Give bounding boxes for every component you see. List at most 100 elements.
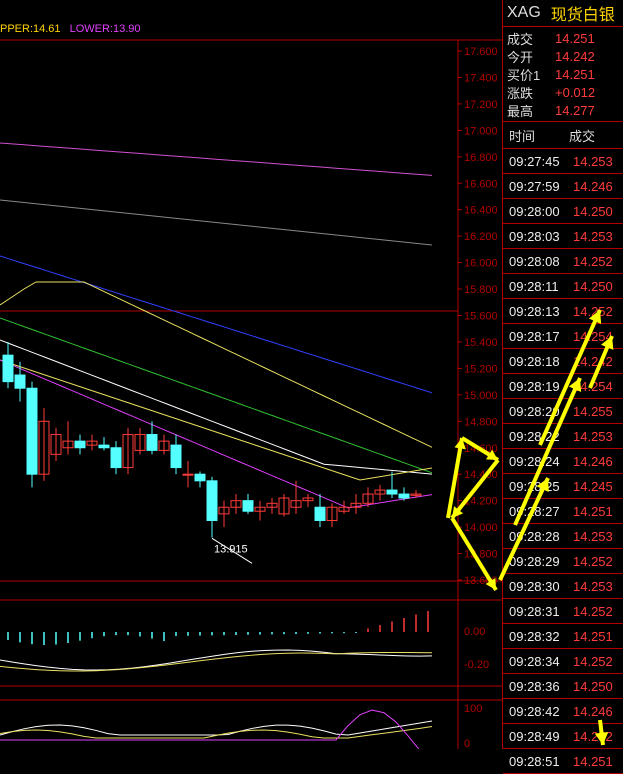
quote-label: 涨跌 [507, 85, 534, 101]
tick-time: 09:28:29 [509, 553, 560, 569]
candle-body [110, 447, 122, 469]
tick-row[interactable]: 09:28:32 14.251 [503, 624, 623, 649]
tick-time: 09:28:32 [509, 628, 560, 644]
tick-row[interactable]: 09:28:03 14.253 [503, 224, 623, 249]
tick-time: 09:28:13 [509, 303, 560, 319]
boll-legend: PPER:14.61 LOWER:13.90 [0, 23, 141, 35]
tick-price: 14.251 [573, 753, 613, 769]
tick-time: 09:28:42 [509, 703, 560, 719]
symbol-code: XAG [507, 4, 541, 21]
tick-time: 09:28:28 [509, 528, 560, 544]
price-axis-label: 17.400 [464, 72, 498, 84]
tick-time: 09:28:19 [509, 378, 560, 394]
tick-row[interactable]: 09:28:34 14.252 [503, 649, 623, 674]
ma-blue-line [0, 255, 433, 394]
quote-row: 最高 14.277 [503, 101, 623, 119]
price-axis-label: 15.400 [464, 337, 498, 349]
tick-price: 14.254 [573, 328, 613, 344]
tick-row[interactable]: 09:28:25 14.245 [503, 474, 623, 499]
price-axis-label: 16.600 [464, 178, 498, 190]
tick-time: 09:28:36 [509, 678, 560, 694]
candlestick-chart[interactable]: 17.600 17.400 17.200 17.000 16.800 16.600 16.4… [0, 0, 502, 764]
price-axis-label: 14.000 [464, 522, 498, 534]
candle-body [74, 440, 86, 449]
tick-row[interactable]: 09:28:29 14.252 [503, 549, 623, 574]
quote-row: 买价1 14.251 [503, 65, 623, 83]
tick-price: 14.251 [573, 628, 613, 644]
tick-price: 14.250 [573, 278, 613, 294]
tick-price: 14.250 [573, 203, 613, 219]
macd-axis-label: 0.00 [464, 626, 485, 638]
quote-panel: XAG 现货白银 成交 14.251 今开 14.242 买价1 14.251 涨跌 +0.0… [502, 0, 623, 774]
tick-row[interactable]: 09:28:36 14.250 [503, 674, 623, 699]
tick-row[interactable]: 09:28:08 14.252 [503, 249, 623, 274]
candle-body [26, 387, 38, 475]
tick-list[interactable]: 09:27:45 14.253 09:27:59 14.246 09:28:00 14.2… [503, 149, 623, 774]
tick-row[interactable]: 09:28:18 14.242 [503, 349, 623, 374]
quote-label: 最高 [507, 103, 534, 119]
tick-time: 09:27:59 [509, 178, 560, 194]
tick-time: 09:28:18 [509, 353, 560, 369]
tick-row[interactable]: 09:28:19 14.254 [503, 374, 623, 399]
candle-body [242, 500, 254, 512]
tick-row[interactable]: 09:28:27 14.251 [503, 499, 623, 524]
price-axis-label: 16.800 [464, 152, 498, 164]
tick-price: 14.252 [573, 603, 613, 619]
tick-row[interactable]: 09:28:22 14.253 [503, 424, 623, 449]
tick-price: 14.253 [573, 228, 613, 244]
tick-row[interactable]: 09:28:11 14.250 [503, 274, 623, 299]
quote-value: 14.277 [555, 102, 595, 118]
quote-label: 买价1 [507, 67, 541, 83]
tick-time: 09:28:08 [509, 253, 560, 269]
candle-body [194, 473, 206, 482]
tick-row[interactable]: 09:28:17 14.254 [503, 324, 623, 349]
tick-time: 09:28:20 [509, 403, 560, 419]
candle-body [398, 493, 410, 499]
chart-area[interactable]: PPER:14.61 LOWER:13.90 17.600 17.400 17.20… [0, 0, 502, 764]
tick-row[interactable]: 09:28:49 14.252 [503, 724, 623, 749]
tick-price: 14.252 [573, 728, 613, 744]
tick-time: 09:28:11 [509, 278, 559, 294]
tick-row[interactable]: 09:28:31 14.252 [503, 599, 623, 624]
tick-price: 14.245 [573, 478, 613, 494]
price-axis-label: 13.800 [464, 549, 498, 561]
tick-price: 14.254 [573, 378, 613, 394]
quote-value: +0.012 [555, 84, 596, 100]
price-axis-label: 16.400 [464, 205, 498, 217]
tick-time: 09:28:25 [509, 478, 560, 494]
ma-green-line [0, 317, 433, 474]
price-axis-label: 16.200 [464, 231, 498, 243]
quote-label: 成交 [507, 31, 534, 47]
tick-price: 14.253 [573, 153, 613, 169]
tick-time: 09:28:49 [509, 728, 560, 744]
ma-grey-line [0, 199, 433, 246]
kdj-axis-label: 0 [464, 738, 470, 749]
candle-body [146, 434, 158, 451]
price-axis-label: 17.000 [464, 125, 498, 137]
boll-lower-label: LOWER:13.90 [69, 23, 141, 35]
quote-title: XAG 现货白银 [503, 0, 623, 27]
tick-row[interactable]: 09:28:24 14.246 [503, 449, 623, 474]
candle-body [2, 354, 14, 383]
tick-row[interactable]: 09:28:42 14.246 [503, 699, 623, 724]
tick-row[interactable]: 09:27:45 14.253 [503, 149, 623, 174]
price-axis-label: 16.000 [464, 258, 498, 270]
tick-price: 14.253 [573, 578, 613, 594]
tick-row[interactable]: 09:28:28 14.253 [503, 524, 623, 549]
tick-row[interactable]: 09:28:13 14.252 [503, 299, 623, 324]
tick-row[interactable]: 09:28:20 14.255 [503, 399, 623, 424]
ma-magenta-line [0, 142, 433, 176]
price-axis-label: 15.200 [464, 363, 498, 375]
candle-body [14, 374, 26, 389]
kdj-axis-label: 100 [464, 703, 482, 715]
tick-row[interactable]: 09:28:00 14.250 [503, 199, 623, 224]
tick-row[interactable]: 09:27:59 14.246 [503, 174, 623, 199]
tick-time: 09:28:00 [509, 203, 560, 219]
price-axis-label: 15.800 [464, 284, 498, 296]
tick-price: 14.253 [573, 428, 613, 444]
tick-row[interactable]: 09:28:30 14.253 [503, 574, 623, 599]
candle-body [386, 489, 398, 495]
quote-row: 涨跌 +0.012 [503, 83, 623, 101]
tick-row[interactable]: 09:28:51 14.251 [503, 749, 623, 774]
tick-time: 09:28:31 [509, 603, 560, 619]
